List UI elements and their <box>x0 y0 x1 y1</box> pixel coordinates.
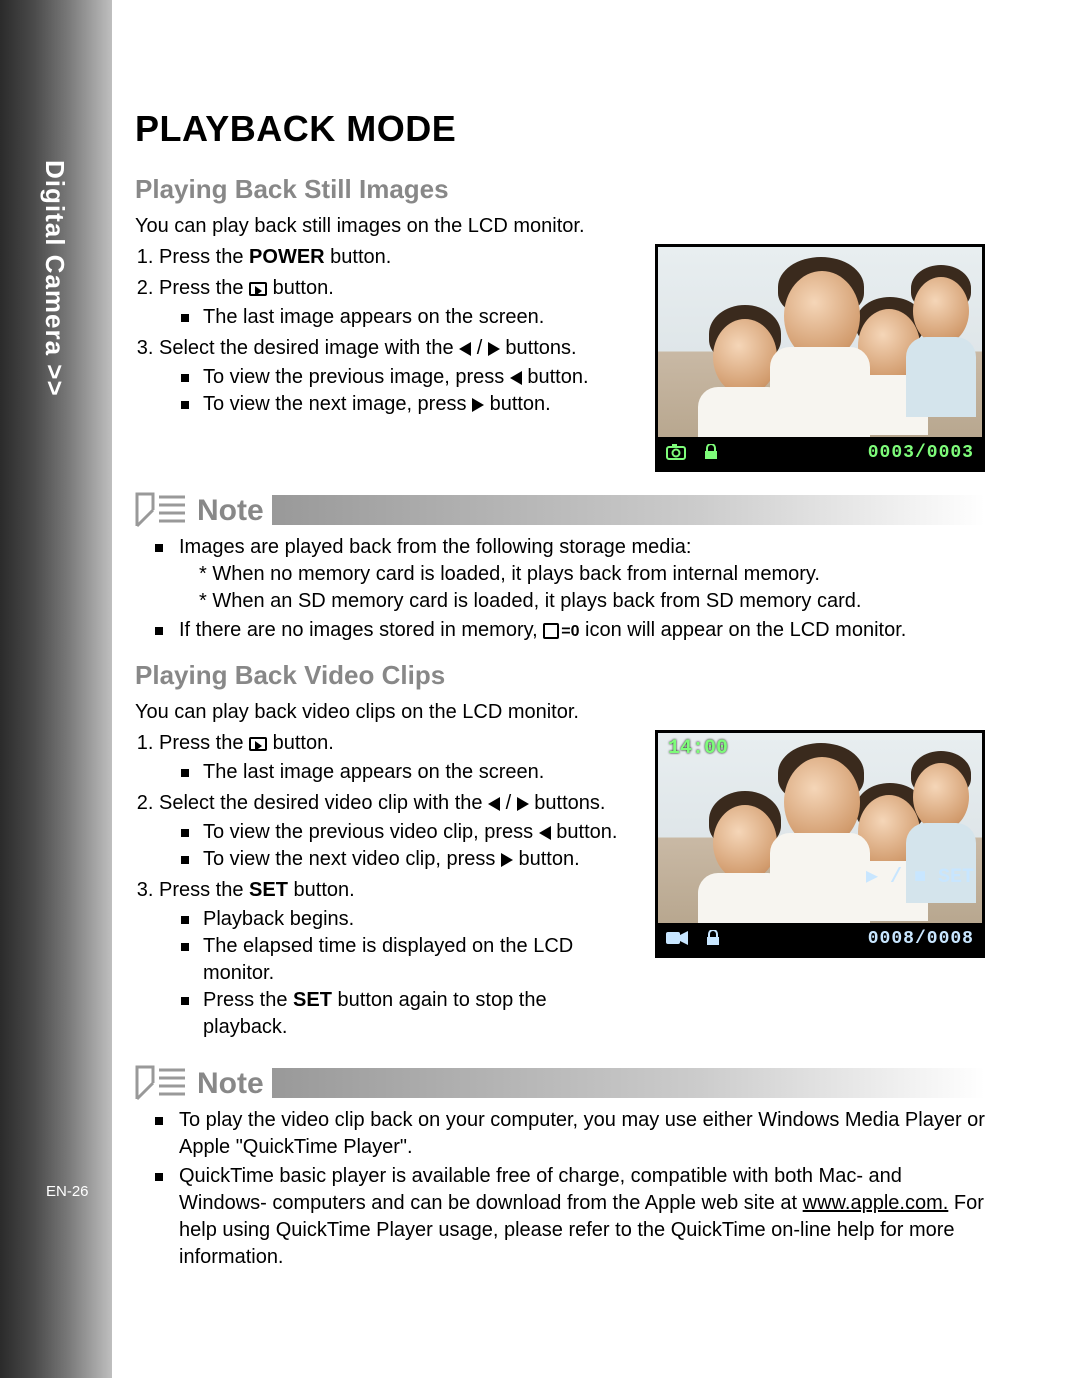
left-arrow-icon <box>539 826 551 840</box>
lcd-photo: 14:00 ▶ / ■ SET <box>658 733 982 923</box>
lcd-status-bar: 0003 / 0003 <box>658 437 982 469</box>
right-arrow-icon <box>488 342 500 356</box>
video-step-2: Select the desired video clip with the /… <box>159 790 635 873</box>
lcd-counter-r: 0003 <box>927 443 974 463</box>
note-header-2: Note <box>135 1061 985 1101</box>
sidebar: Digital Camera >> EN-26 <box>0 0 112 1378</box>
video-icon <box>666 929 688 949</box>
lcd-counter-l: 0008 <box>868 929 915 949</box>
lcd-photo <box>658 247 982 437</box>
still-lead: You can play back still images on the LC… <box>135 215 985 238</box>
still-step-3a: To view the previous image, press button… <box>181 364 635 391</box>
left-arrow-icon <box>510 371 522 385</box>
heading-still: Playing Back Still Images <box>135 174 985 205</box>
right-arrow-icon <box>501 853 513 867</box>
lcd-video: 14:00 ▶ / ■ SET 0008/0008 <box>655 730 985 958</box>
playback-icon <box>249 737 267 751</box>
main-content: PLAYBACK MODE Playing Back Still Images … <box>135 108 985 1273</box>
right-arrow-icon <box>517 797 529 811</box>
page-number: EN-26 <box>46 1183 89 1200</box>
note-1-item-1: Images are played back from the followin… <box>155 534 985 615</box>
no-image-icon <box>543 623 559 639</box>
left-arrow-icon <box>488 797 500 811</box>
still-step-3: Select the desired image with the / butt… <box>159 335 635 418</box>
playback-icon <box>249 282 267 296</box>
sidebar-label: Digital Camera >> <box>39 160 70 397</box>
still-steps: Press the POWER button. Press the button… <box>135 244 635 418</box>
still-step-2: Press the button. The last image appears… <box>159 275 635 331</box>
note-icon <box>135 1061 191 1101</box>
lcd-set-label: ▶ / ■ SET <box>866 863 974 889</box>
lcd-counter-r: 0008 <box>927 929 974 949</box>
note-label: Note <box>197 1067 264 1101</box>
still-step-1: Press the POWER button. <box>159 244 635 271</box>
note-rule <box>272 495 985 525</box>
still-step-2a: The last image appears on the screen. <box>181 304 635 331</box>
note-2-item-2: QuickTime basic player is available free… <box>155 1163 985 1271</box>
lcd-status-bar: 0008/0008 <box>658 923 982 955</box>
camera-icon <box>666 443 686 463</box>
heading-video: Playing Back Video Clips <box>135 660 985 691</box>
video-step-1: Press the button. The last image appears… <box>159 730 635 786</box>
note-header-1: Note <box>135 488 985 528</box>
video-lead: You can play back video clips on the LCD… <box>135 701 985 724</box>
video-steps: Press the button. The last image appears… <box>135 730 635 1041</box>
note-icon <box>135 488 191 528</box>
note-2-item-1: To play the video clip back on your comp… <box>155 1107 985 1161</box>
left-arrow-icon <box>459 342 471 356</box>
video-step-3: Press the SET button. Playback begins. T… <box>159 877 635 1041</box>
lock-icon <box>704 443 718 463</box>
note-label: Note <box>197 494 264 528</box>
note-1-list: Images are played back from the followin… <box>135 534 985 644</box>
note-1-item-2: If there are no images stored in memory,… <box>155 617 985 644</box>
page-title: PLAYBACK MODE <box>135 108 985 150</box>
still-step-3b: To view the next image, press button. <box>181 391 635 418</box>
right-arrow-icon <box>472 398 484 412</box>
apple-link[interactable]: www.apple.com. <box>803 1192 949 1214</box>
lock-icon <box>706 929 720 949</box>
lcd-counter-l: 0003 <box>868 443 915 463</box>
lcd-still: 0003 / 0003 <box>655 244 985 472</box>
lcd-time: 14:00 <box>668 737 728 760</box>
note-2-list: To play the video clip back on your comp… <box>135 1107 985 1271</box>
note-rule <box>272 1068 985 1098</box>
